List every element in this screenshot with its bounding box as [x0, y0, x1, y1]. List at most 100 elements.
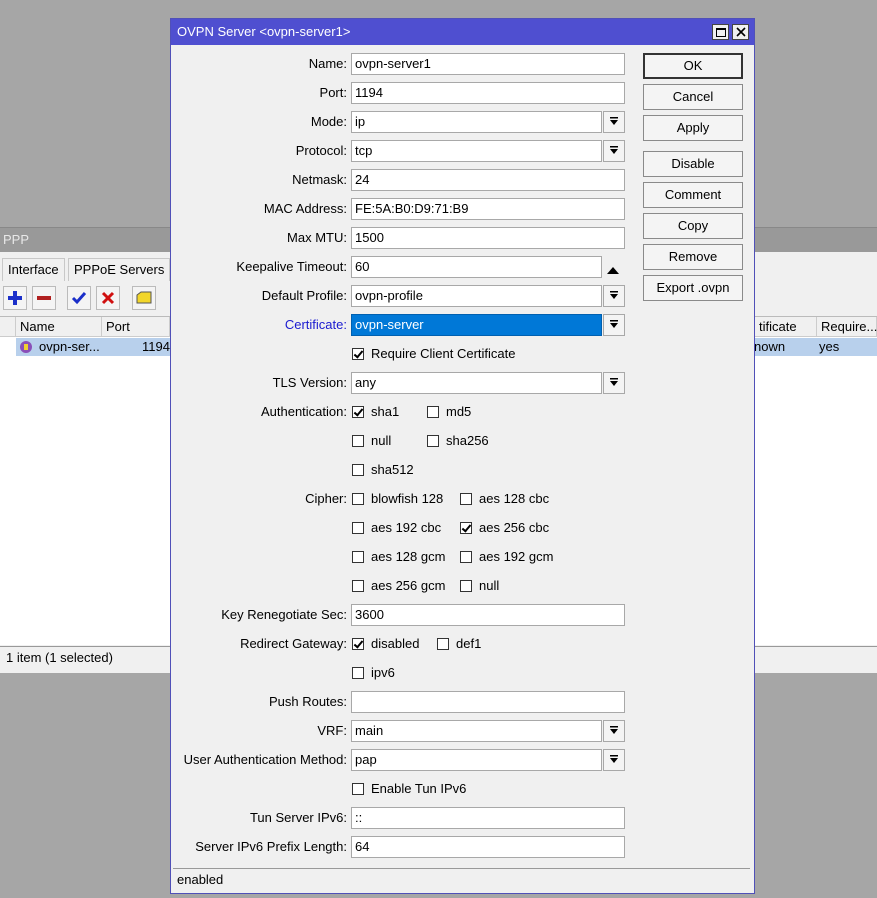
prefix-length-input[interactable]: 64 — [351, 836, 625, 858]
dialog-title: OVPN Server <ovpn-server1> — [171, 19, 754, 45]
checkbox-checked-icon — [352, 406, 364, 418]
row-port: 1194 — [142, 339, 170, 354]
vrf-dropdown-button[interactable] — [603, 720, 625, 742]
cipher-label: Cipher: — [305, 491, 347, 506]
note-icon — [136, 291, 152, 304]
column-port[interactable]: Port — [102, 317, 170, 337]
key-renegotiate-input[interactable]: 3600 — [351, 604, 625, 626]
maximize-button[interactable] — [712, 24, 729, 40]
redirect-disabled-checkbox[interactable]: disabled — [352, 635, 419, 653]
remove-button[interactable] — [32, 286, 56, 310]
disable-button[interactable] — [96, 286, 120, 310]
tls-version-select[interactable]: any — [351, 372, 602, 394]
port-input[interactable]: 1194 — [351, 82, 625, 104]
keepalive-label: Keepalive Timeout: — [236, 259, 347, 274]
row-require: yes — [819, 339, 840, 354]
auth-null-checkbox[interactable]: null — [352, 432, 391, 450]
protocol-select[interactable]: tcp — [351, 140, 602, 162]
checkbox-icon — [427, 435, 439, 447]
plus-icon — [8, 291, 22, 305]
cipher-aes256gcm-checkbox[interactable]: aes 256 gcm — [352, 577, 445, 595]
checkbox-icon — [352, 522, 364, 534]
protocol-dropdown-button[interactable] — [603, 140, 625, 162]
checkbox-checked-icon — [352, 638, 364, 650]
keepalive-input[interactable]: 60 — [351, 256, 602, 278]
cipher-aes192gcm-label: aes 192 gcm — [479, 549, 554, 564]
close-button[interactable] — [732, 24, 749, 40]
push-routes-label: Push Routes: — [268, 694, 347, 709]
server-icon — [20, 341, 32, 353]
mode-dropdown-button[interactable] — [603, 111, 625, 133]
dropdown-arrow-icon — [610, 146, 618, 154]
cipher-aes128gcm-checkbox[interactable]: aes 128 gcm — [352, 548, 445, 566]
certificate-select[interactable]: ovpn-server — [351, 314, 602, 336]
tun-server-ipv6-input[interactable]: :: — [351, 807, 625, 829]
default-profile-dropdown-button[interactable] — [603, 285, 625, 307]
enable-tun-ipv6-checkbox[interactable]: Enable Tun IPv6 — [352, 780, 466, 798]
comment-button[interactable]: Comment — [643, 182, 743, 208]
checkbox-icon — [352, 493, 364, 505]
require-client-certificate-checkbox[interactable]: Require Client Certificate — [352, 345, 516, 363]
cipher-aes128cbc-checkbox[interactable]: aes 128 cbc — [460, 490, 549, 508]
auth-md5-checkbox[interactable]: md5 — [427, 403, 471, 421]
push-routes-input[interactable] — [351, 691, 625, 713]
dropdown-arrow-icon — [610, 726, 618, 734]
cipher-aes128cbc-label: aes 128 cbc — [479, 491, 550, 506]
cipher-aes192cbc-checkbox[interactable]: aes 192 cbc — [352, 519, 441, 537]
name-input[interactable]: ovpn-server1 — [351, 53, 625, 75]
minus-icon — [37, 296, 51, 300]
redirect-def1-checkbox[interactable]: def1 — [437, 635, 481, 653]
tab-pppoe-servers[interactable]: PPPoE Servers — [68, 258, 171, 281]
vrf-label: VRF: — [317, 723, 347, 738]
checkbox-icon — [352, 783, 364, 795]
disable-button[interactable]: Disable — [643, 151, 743, 177]
tls-version-dropdown-button[interactable] — [603, 372, 625, 394]
cancel-button[interactable]: Cancel — [643, 84, 743, 110]
cipher-blowfish128-checkbox[interactable]: blowfish 128 — [352, 490, 443, 508]
auth-sha512-checkbox[interactable]: sha512 — [352, 461, 414, 479]
cipher-null-checkbox[interactable]: null — [460, 577, 499, 595]
key-renegotiate-label: Key Renegotiate Sec: — [221, 607, 347, 622]
max-mtu-input[interactable]: 1500 — [351, 227, 625, 249]
checkbox-icon — [352, 435, 364, 447]
checkbox-icon — [352, 551, 364, 563]
checkbox-icon — [352, 667, 364, 679]
column-name[interactable]: Name — [16, 317, 102, 337]
redirect-ipv6-checkbox[interactable]: ipv6 — [352, 664, 395, 682]
mac-address-input[interactable]: FE:5A:B0:D9:71:B9 — [351, 198, 625, 220]
export-ovpn-button[interactable]: Export .ovpn — [643, 275, 743, 301]
netmask-input[interactable]: 24 — [351, 169, 625, 191]
remove-button[interactable]: Remove — [643, 244, 743, 270]
auth-sha256-checkbox[interactable]: sha256 — [427, 432, 489, 450]
apply-button[interactable]: Apply — [643, 115, 743, 141]
copy-button[interactable]: Copy — [643, 213, 743, 239]
max-mtu-label: Max MTU: — [287, 230, 347, 245]
check-icon — [71, 292, 87, 305]
dropdown-arrow-icon — [610, 755, 618, 763]
user-auth-method-dropdown-button[interactable] — [603, 749, 625, 771]
user-auth-method-label: User Authentication Method: — [183, 752, 347, 767]
certificate-dropdown-button[interactable] — [603, 314, 625, 336]
cipher-blowfish128-label: blowfish 128 — [371, 491, 444, 506]
add-button[interactable] — [3, 286, 27, 310]
vrf-select[interactable]: main — [351, 720, 602, 742]
cipher-aes192gcm-checkbox[interactable]: aes 192 gcm — [460, 548, 553, 566]
default-profile-select[interactable]: ovpn-profile — [351, 285, 602, 307]
ok-button[interactable]: OK — [643, 53, 743, 79]
user-auth-method-select[interactable]: pap — [351, 749, 602, 771]
keepalive-collapse-toggle[interactable] — [607, 263, 619, 278]
dropdown-arrow-icon — [610, 320, 618, 328]
comment-button[interactable] — [132, 286, 156, 310]
authentication-label: Authentication: — [260, 404, 347, 419]
auth-sha256-label: sha256 — [446, 433, 489, 448]
tab-interface[interactable]: Interface — [2, 258, 65, 281]
enable-button[interactable] — [67, 286, 91, 310]
mode-select[interactable]: ip — [351, 111, 602, 133]
dropdown-arrow-icon — [610, 291, 618, 299]
cipher-aes256cbc-checkbox[interactable]: aes 256 cbc — [460, 519, 549, 537]
auth-sha1-checkbox[interactable]: sha1 — [352, 403, 399, 421]
auth-null-label: null — [371, 433, 392, 448]
column-require[interactable]: Require... — [817, 317, 877, 337]
column-certificate[interactable]: tificate — [755, 317, 817, 337]
tun-server-ipv6-label: Tun Server IPv6: — [249, 810, 347, 825]
